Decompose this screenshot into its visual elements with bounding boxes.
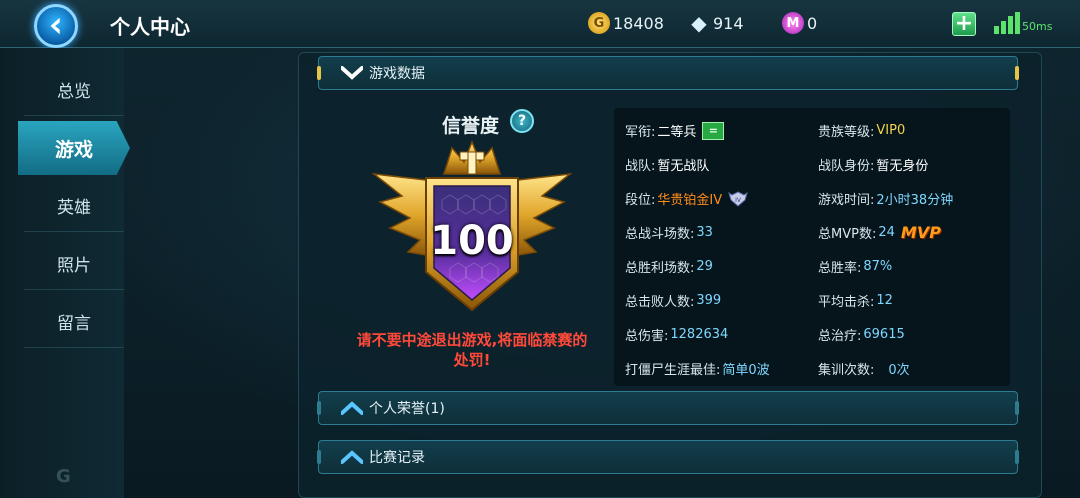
- stat-tier: 段位: 华贵铂金IV IV: [625, 189, 748, 208]
- stat-team: 战队: 暂无战队: [625, 155, 709, 174]
- credit-title: 信誉度: [442, 115, 500, 137]
- mvp-badge-icon: MVP: [900, 223, 941, 242]
- credit-score: 100: [430, 218, 514, 264]
- signal-icon: [994, 12, 1022, 34]
- stat-training: 集训次数: 0次: [818, 359, 910, 378]
- match-records-header[interactable]: 比赛记录: [318, 440, 1018, 474]
- stat-value: 1282634: [670, 327, 729, 342]
- honors-label: 个人荣誉(1): [369, 401, 445, 417]
- stat-label: 总胜率:: [818, 261, 862, 276]
- stat-label: 总伤害:: [625, 329, 669, 344]
- top-bar: 个人中心 G 18408 ◆ 914 M 0 + 50ms: [0, 0, 1080, 48]
- stat-value: 暂无身份: [876, 159, 929, 174]
- stat-value: 华贵铂金IV: [657, 193, 723, 208]
- stat-label: 军衔:: [625, 125, 656, 140]
- stats-panel: [614, 108, 1010, 386]
- stat-label: 总治疗:: [818, 329, 862, 344]
- stat-value: 399: [696, 293, 722, 308]
- stat-label: 贵族等级:: [818, 125, 875, 140]
- gold-currency: G 18408: [588, 12, 664, 34]
- stat-healing: 总治疗: 69615: [818, 325, 905, 344]
- stat-label: 总击败人数:: [625, 295, 695, 310]
- sidebar-item-overview[interactable]: 总览: [24, 64, 124, 116]
- sidebar-item-photos[interactable]: 照片: [24, 238, 124, 290]
- stat-value: 69615: [863, 327, 905, 342]
- stat-label: 游戏时间:: [818, 193, 875, 208]
- stat-kills: 总击败人数: 399: [625, 291, 721, 310]
- sidebar-item-game[interactable]: 游戏: [18, 121, 130, 175]
- stat-value: 12: [876, 293, 893, 308]
- add-button[interactable]: +: [952, 12, 976, 36]
- help-icon[interactable]: ?: [510, 109, 534, 133]
- stat-label: 总战斗场数:: [625, 227, 695, 242]
- stat-value: 0次: [888, 363, 910, 378]
- stat-value: 暂无战队: [657, 159, 710, 174]
- honors-header[interactable]: 个人荣誉(1): [318, 391, 1018, 425]
- match-records-label: 比赛记录: [369, 450, 425, 466]
- stat-value: 87%: [863, 259, 893, 274]
- chevron-up-icon: [341, 450, 363, 464]
- game-data-label: 游戏数据: [369, 66, 425, 82]
- chevron-up-icon: [341, 401, 363, 415]
- sidebar-item-messages[interactable]: 留言: [24, 296, 124, 348]
- stat-team-role: 战队身份: 暂无身份: [818, 155, 928, 174]
- stat-battles: 总战斗场数: 33: [625, 223, 713, 242]
- purple-gem-icon: M: [782, 12, 804, 34]
- stat-label: 战队:: [625, 159, 656, 174]
- stat-label: 总MVP数:: [818, 227, 877, 242]
- header-cap: [317, 66, 321, 80]
- header-cap: [1015, 401, 1019, 415]
- stat-label: 集训次数:: [818, 363, 875, 378]
- page-title: 个人中心: [110, 15, 190, 39]
- stat-label: 段位:: [625, 193, 656, 208]
- stat-zombie-best: 打僵尸生涯最佳: 简单0波: [625, 359, 770, 378]
- arrow-left-icon: [50, 17, 60, 35]
- tier-badge-icon: IV: [728, 190, 748, 207]
- game-data-header[interactable]: 游戏数据: [318, 56, 1018, 90]
- stat-label: 平均击杀:: [818, 295, 875, 310]
- stat-wins: 总胜利场数: 29: [625, 257, 713, 276]
- stat-value: 24: [878, 225, 895, 240]
- stat-mvp: 总MVP数: 24 MVP: [818, 223, 941, 242]
- purple-gem-currency: M 0: [782, 12, 817, 34]
- ping-text: 50ms: [1022, 20, 1053, 33]
- chevron-down-icon: [341, 66, 363, 80]
- diamond-icon: ◆: [691, 11, 707, 35]
- stat-value: VIP0: [876, 123, 906, 138]
- stat-label: 打僵尸生涯最佳:: [625, 363, 721, 378]
- gold-coin-icon: G: [588, 12, 610, 34]
- header-cap: [1015, 450, 1019, 464]
- stat-vip: 贵族等级: VIP0: [818, 121, 905, 140]
- stat-label: 总胜利场数:: [625, 261, 695, 276]
- stat-value: 简单0波: [722, 363, 770, 378]
- credit-warning: 请不要中途退出游戏,将面临禁赛的处罚!: [356, 331, 588, 369]
- stat-rank: 军衔: 二等兵 =: [625, 121, 725, 140]
- stat-winrate: 总胜率: 87%: [818, 257, 892, 276]
- stat-avg-kills: 平均击杀: 12: [818, 291, 893, 310]
- header-cap: [317, 401, 321, 415]
- stat-value: 33: [696, 225, 713, 240]
- diamond-amount: 914: [713, 13, 744, 33]
- svg-text:IV: IV: [735, 197, 742, 204]
- stat-value: 2小时38分钟: [876, 193, 954, 208]
- rank-badge-icon: =: [702, 121, 725, 140]
- header-cap: [317, 450, 321, 464]
- stat-value: 二等兵: [657, 125, 697, 140]
- gold-amount: 18408: [613, 13, 664, 33]
- stat-damage: 总伤害: 1282634: [625, 325, 728, 344]
- game-logo-icon: G: [56, 466, 71, 487]
- stat-value: 29: [696, 259, 713, 274]
- stat-label: 战队身份:: [818, 159, 875, 174]
- diamond-currency: ◆ 914: [688, 11, 744, 35]
- stat-play-time: 游戏时间: 2小时38分钟: [818, 189, 953, 208]
- purple-gem-amount: 0: [807, 13, 818, 33]
- back-button[interactable]: [34, 4, 78, 48]
- sidebar-item-heroes[interactable]: 英雄: [24, 180, 124, 232]
- header-cap: [1015, 66, 1019, 80]
